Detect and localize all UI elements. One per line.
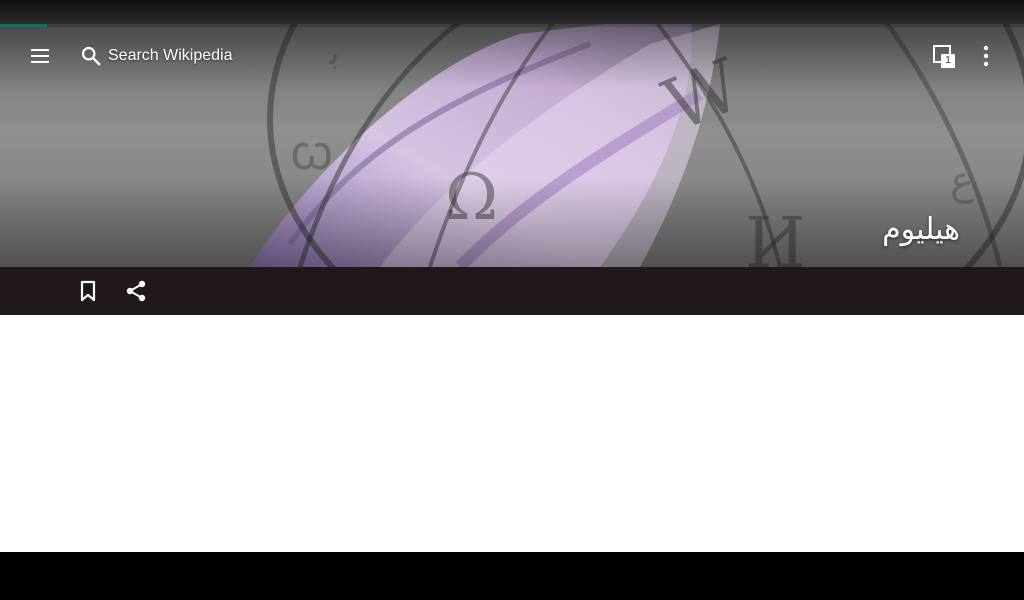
tab-count-badge: 1: [941, 54, 955, 68]
search-placeholder: Search Wikipedia: [108, 47, 233, 64]
hamburger-menu-icon: [31, 49, 49, 63]
article-action-bar: [0, 267, 1024, 315]
status-bar: [0, 0, 1024, 24]
toolbar: Search Wikipedia 1: [0, 24, 1024, 88]
save-button[interactable]: [70, 273, 106, 309]
lead-image-shade: [0, 177, 1024, 267]
more-options-button[interactable]: [966, 36, 1006, 76]
search-bar[interactable]: Search Wikipedia: [74, 36, 334, 76]
article-title: هيليوم: [882, 212, 960, 247]
search-icon: [81, 46, 101, 66]
svg-text:ꞷ: ꞷ: [290, 125, 333, 181]
app-window: W Ω И ꞷ ع ﺑ Search Wikipedia: [0, 0, 1024, 600]
article-content[interactable]: [0, 315, 1024, 552]
navigation-menu-button[interactable]: [20, 36, 60, 76]
vertical-dots-icon: [983, 45, 989, 67]
tabs-button[interactable]: 1: [924, 36, 964, 76]
system-navigation-bar: [0, 552, 1024, 600]
share-icon: [126, 280, 146, 302]
share-button[interactable]: [118, 273, 154, 309]
bookmark-outline-icon: [80, 280, 96, 302]
